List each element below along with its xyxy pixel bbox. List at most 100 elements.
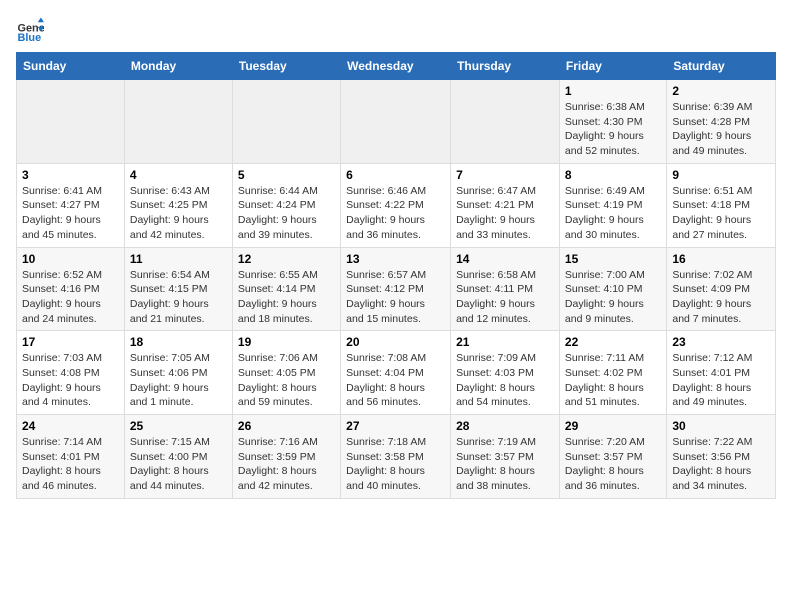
calendar-week-row: 17 Sunrise: 7:03 AM Sunset: 4:08 PM Dayli… — [17, 331, 776, 415]
calendar-cell: 23 Sunrise: 7:12 AM Sunset: 4:01 PM Dayli… — [667, 331, 776, 415]
day-detail: Sunrise: 6:38 AM Sunset: 4:30 PM Dayligh… — [565, 100, 661, 159]
day-detail: Sunrise: 6:44 AM Sunset: 4:24 PM Dayligh… — [238, 184, 335, 243]
day-detail: Sunrise: 7:05 AM Sunset: 4:06 PM Dayligh… — [130, 351, 227, 410]
calendar-cell: 14 Sunrise: 6:58 AM Sunset: 4:11 PM Dayli… — [451, 247, 560, 331]
day-number: 13 — [346, 252, 445, 266]
day-number: 18 — [130, 335, 227, 349]
calendar-cell: 7 Sunrise: 6:47 AM Sunset: 4:21 PM Daylig… — [451, 163, 560, 247]
calendar-cell — [17, 80, 125, 164]
day-detail: Sunrise: 7:09 AM Sunset: 4:03 PM Dayligh… — [456, 351, 554, 410]
logo-icon: General Blue — [16, 16, 44, 44]
day-number: 8 — [565, 168, 661, 182]
calendar-cell — [341, 80, 451, 164]
day-number: 30 — [672, 419, 770, 433]
calendar-cell: 5 Sunrise: 6:44 AM Sunset: 4:24 PM Daylig… — [232, 163, 340, 247]
weekday-header-thursday: Thursday — [451, 53, 560, 80]
day-detail: Sunrise: 6:51 AM Sunset: 4:18 PM Dayligh… — [672, 184, 770, 243]
calendar-cell: 24 Sunrise: 7:14 AM Sunset: 4:01 PM Dayli… — [17, 415, 125, 499]
calendar-table: SundayMondayTuesdayWednesdayThursdayFrid… — [16, 52, 776, 499]
calendar-cell: 12 Sunrise: 6:55 AM Sunset: 4:14 PM Dayli… — [232, 247, 340, 331]
day-detail: Sunrise: 6:41 AM Sunset: 4:27 PM Dayligh… — [22, 184, 119, 243]
day-detail: Sunrise: 7:06 AM Sunset: 4:05 PM Dayligh… — [238, 351, 335, 410]
day-detail: Sunrise: 7:03 AM Sunset: 4:08 PM Dayligh… — [22, 351, 119, 410]
calendar-cell: 15 Sunrise: 7:00 AM Sunset: 4:10 PM Dayli… — [559, 247, 666, 331]
day-number: 29 — [565, 419, 661, 433]
day-detail: Sunrise: 6:39 AM Sunset: 4:28 PM Dayligh… — [672, 100, 770, 159]
calendar-week-row: 10Sunrise: 6:52 AM Sunset: 4:16 PM Dayli… — [17, 247, 776, 331]
day-detail: Sunrise: 6:55 AM Sunset: 4:14 PM Dayligh… — [238, 268, 335, 327]
day-detail: Sunrise: 6:57 AM Sunset: 4:12 PM Dayligh… — [346, 268, 445, 327]
day-detail: Sunrise: 7:00 AM Sunset: 4:10 PM Dayligh… — [565, 268, 661, 327]
day-detail: Sunrise: 6:54 AM Sunset: 4:15 PM Dayligh… — [130, 268, 227, 327]
calendar-cell: 20 Sunrise: 7:08 AM Sunset: 4:04 PM Dayli… — [341, 331, 451, 415]
day-detail: Sunrise: 7:15 AM Sunset: 4:00 PM Dayligh… — [130, 435, 227, 494]
calendar-cell: 1 Sunrise: 6:38 AM Sunset: 4:30 PM Daylig… — [559, 80, 666, 164]
day-detail: Sunrise: 7:12 AM Sunset: 4:01 PM Dayligh… — [672, 351, 770, 410]
day-number: 20 — [346, 335, 445, 349]
day-number: 21 — [456, 335, 554, 349]
calendar-cell: 2 Sunrise: 6:39 AM Sunset: 4:28 PM Daylig… — [667, 80, 776, 164]
day-detail: Sunrise: 7:16 AM Sunset: 3:59 PM Dayligh… — [238, 435, 335, 494]
day-detail: Sunrise: 7:02 AM Sunset: 4:09 PM Dayligh… — [672, 268, 770, 327]
day-detail: Sunrise: 7:08 AM Sunset: 4:04 PM Dayligh… — [346, 351, 445, 410]
day-detail: Sunrise: 7:19 AM Sunset: 3:57 PM Dayligh… — [456, 435, 554, 494]
calendar-cell: 22Sunrise: 7:11 AM Sunset: 4:02 PM Dayli… — [559, 331, 666, 415]
weekday-header-saturday: Saturday — [667, 53, 776, 80]
day-number: 15 — [565, 252, 661, 266]
weekday-header-tuesday: Tuesday — [232, 53, 340, 80]
day-number: 25 — [130, 419, 227, 433]
weekday-header-row: SundayMondayTuesdayWednesdayThursdayFrid… — [17, 53, 776, 80]
calendar-week-row: 3 Sunrise: 6:41 AM Sunset: 4:27 PM Daylig… — [17, 163, 776, 247]
calendar-cell — [451, 80, 560, 164]
calendar-week-row: 24 Sunrise: 7:14 AM Sunset: 4:01 PM Dayli… — [17, 415, 776, 499]
calendar-cell: 8 Sunrise: 6:49 AM Sunset: 4:19 PM Daylig… — [559, 163, 666, 247]
day-number: 14 — [456, 252, 554, 266]
weekday-header-monday: Monday — [124, 53, 232, 80]
weekday-header-friday: Friday — [559, 53, 666, 80]
day-number: 11 — [130, 252, 227, 266]
day-number: 22 — [565, 335, 661, 349]
day-detail: Sunrise: 6:58 AM Sunset: 4:11 PM Dayligh… — [456, 268, 554, 327]
day-number: 17 — [22, 335, 119, 349]
calendar-cell: 17 Sunrise: 7:03 AM Sunset: 4:08 PM Dayli… — [17, 331, 125, 415]
day-number: 1 — [565, 84, 661, 98]
day-number: 9 — [672, 168, 770, 182]
day-detail: Sunrise: 6:46 AM Sunset: 4:22 PM Dayligh… — [346, 184, 445, 243]
calendar-cell: 10Sunrise: 6:52 AM Sunset: 4:16 PM Dayli… — [17, 247, 125, 331]
day-detail: Sunrise: 7:20 AM Sunset: 3:57 PM Dayligh… — [565, 435, 661, 494]
day-number: 23 — [672, 335, 770, 349]
calendar-cell: 18 Sunrise: 7:05 AM Sunset: 4:06 PM Dayli… — [124, 331, 232, 415]
svg-text:Blue: Blue — [18, 32, 42, 44]
day-number: 16 — [672, 252, 770, 266]
weekday-header-sunday: Sunday — [17, 53, 125, 80]
calendar-cell: 25 Sunrise: 7:15 AM Sunset: 4:00 PM Dayli… — [124, 415, 232, 499]
day-detail: Sunrise: 7:14 AM Sunset: 4:01 PM Dayligh… — [22, 435, 119, 494]
day-detail: Sunrise: 7:18 AM Sunset: 3:58 PM Dayligh… — [346, 435, 445, 494]
weekday-header-wednesday: Wednesday — [341, 53, 451, 80]
calendar-cell: 4 Sunrise: 6:43 AM Sunset: 4:25 PM Daylig… — [124, 163, 232, 247]
calendar-cell — [124, 80, 232, 164]
day-number: 26 — [238, 419, 335, 433]
calendar-cell: 9 Sunrise: 6:51 AM Sunset: 4:18 PM Daylig… — [667, 163, 776, 247]
day-number: 7 — [456, 168, 554, 182]
day-detail: Sunrise: 6:49 AM Sunset: 4:19 PM Dayligh… — [565, 184, 661, 243]
calendar-cell: 11 Sunrise: 6:54 AM Sunset: 4:15 PM Dayli… — [124, 247, 232, 331]
calendar-cell: 16 Sunrise: 7:02 AM Sunset: 4:09 PM Dayli… — [667, 247, 776, 331]
day-number: 2 — [672, 84, 770, 98]
day-number: 10 — [22, 252, 119, 266]
calendar-cell — [232, 80, 340, 164]
day-number: 27 — [346, 419, 445, 433]
calendar-cell: 26 Sunrise: 7:16 AM Sunset: 3:59 PM Dayli… — [232, 415, 340, 499]
calendar-cell: 29 Sunrise: 7:20 AM Sunset: 3:57 PM Dayli… — [559, 415, 666, 499]
calendar-cell: 3 Sunrise: 6:41 AM Sunset: 4:27 PM Daylig… — [17, 163, 125, 247]
calendar-cell: 21 Sunrise: 7:09 AM Sunset: 4:03 PM Dayli… — [451, 331, 560, 415]
day-detail: Sunrise: 6:47 AM Sunset: 4:21 PM Dayligh… — [456, 184, 554, 243]
day-number: 24 — [22, 419, 119, 433]
day-number: 4 — [130, 168, 227, 182]
day-number: 3 — [22, 168, 119, 182]
day-number: 28 — [456, 419, 554, 433]
logo: General Blue — [16, 16, 48, 44]
day-number: 12 — [238, 252, 335, 266]
day-number: 5 — [238, 168, 335, 182]
day-detail: Sunrise: 6:43 AM Sunset: 4:25 PM Dayligh… — [130, 184, 227, 243]
